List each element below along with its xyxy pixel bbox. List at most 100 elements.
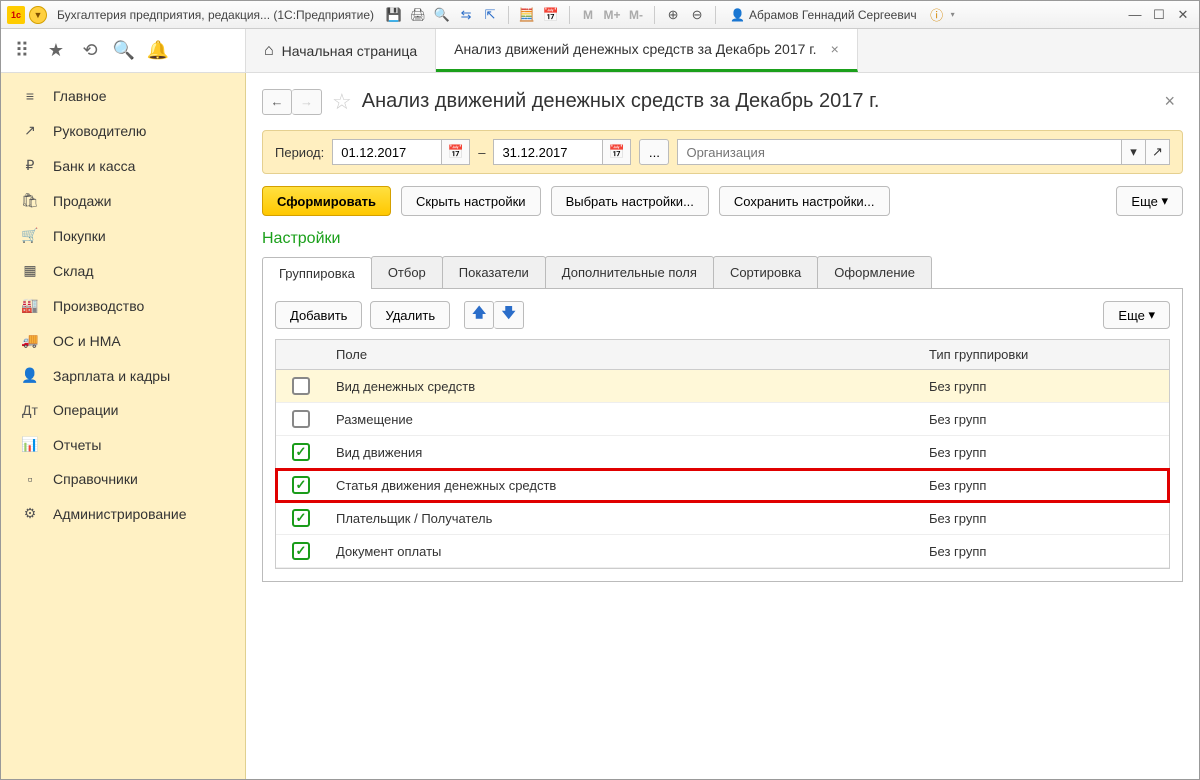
row-checkbox[interactable] bbox=[292, 476, 310, 494]
sidebar-item[interactable]: ⚙ Администрирование bbox=[1, 496, 245, 531]
preview-icon[interactable]: 🔍 bbox=[432, 5, 452, 25]
sidebar-item-icon: ⚙ bbox=[21, 505, 39, 522]
zoom-in-icon[interactable]: ⊕ bbox=[663, 5, 683, 25]
col-type-header[interactable]: Тип группировки bbox=[919, 340, 1169, 369]
app-menu-dropdown[interactable]: ▼ bbox=[29, 6, 47, 24]
settings-tab[interactable]: Отбор bbox=[371, 256, 443, 288]
history-icon[interactable]: ⟲ bbox=[79, 40, 101, 62]
apps-grid-icon[interactable]: ⠿ bbox=[11, 40, 33, 62]
calculator-icon[interactable]: 🧮 bbox=[517, 5, 537, 25]
period-from-input[interactable] bbox=[332, 139, 442, 165]
app-logo-icon: 1c bbox=[7, 6, 25, 24]
calendar-to-button[interactable]: 📅 bbox=[603, 139, 631, 165]
compare-icon[interactable]: ⇆ bbox=[456, 5, 476, 25]
row-field: Размещение bbox=[326, 405, 919, 434]
sidebar-item[interactable]: ↗Руководителю bbox=[1, 113, 245, 148]
sidebar-item-icon: 🛍 bbox=[21, 192, 39, 209]
hide-settings-button[interactable]: Скрыть настройки bbox=[401, 186, 541, 216]
grouping-toolbar: Добавить Удалить 🡅 🡇 Еще ▾ bbox=[275, 301, 1170, 329]
row-checkbox[interactable] bbox=[292, 443, 310, 461]
col-checkbox bbox=[276, 340, 326, 369]
sidebar-item[interactable]: ≡Главное bbox=[1, 79, 245, 113]
memory-mplus-icon[interactable]: M+ bbox=[602, 5, 622, 25]
period-to-input[interactable] bbox=[493, 139, 603, 165]
tab-close-icon[interactable]: × bbox=[831, 41, 839, 57]
delete-button[interactable]: Удалить bbox=[370, 301, 450, 329]
memory-mminus-icon[interactable]: M- bbox=[626, 5, 646, 25]
settings-tab[interactable]: Оформление bbox=[817, 256, 932, 288]
sidebar-item-icon: ▦ bbox=[21, 262, 39, 279]
org-dropdown-button[interactable]: ▾ bbox=[1122, 139, 1146, 165]
memory-m-icon[interactable]: M bbox=[578, 5, 598, 25]
sidebar-item[interactable]: ▫Справочники bbox=[1, 462, 245, 496]
table-row[interactable]: Вид денежных средств Без групп bbox=[276, 370, 1169, 403]
page-header: ← → ☆ Анализ движений денежных средств з… bbox=[262, 87, 1183, 116]
generate-button[interactable]: Сформировать bbox=[262, 186, 391, 216]
user-name: Абрамов Геннадий Сергеевич bbox=[749, 8, 917, 22]
sidebar-item-icon: Дт bbox=[21, 402, 39, 418]
sidebar-item[interactable]: ДтОперации bbox=[1, 393, 245, 427]
export-icon[interactable]: ⇱ bbox=[480, 5, 500, 25]
settings-tabs: ГруппировкаОтборПоказателиДополнительные… bbox=[262, 256, 1183, 289]
minimize-icon[interactable]: — bbox=[1125, 5, 1145, 25]
settings-tab[interactable]: Сортировка bbox=[713, 256, 818, 288]
table-row[interactable]: Размещение Без групп bbox=[276, 403, 1169, 436]
table-row[interactable]: Плательщик / Получатель Без групп bbox=[276, 502, 1169, 535]
save-icon[interactable]: 💾 bbox=[384, 5, 404, 25]
row-checkbox[interactable] bbox=[292, 377, 310, 395]
sidebar-item[interactable]: 🛍Продажи bbox=[1, 183, 245, 218]
settings-tab[interactable]: Группировка bbox=[262, 257, 372, 289]
calendar-from-button[interactable]: 📅 bbox=[442, 139, 470, 165]
more-grouping-button[interactable]: Еще ▾ bbox=[1103, 301, 1170, 329]
settings-tab[interactable]: Дополнительные поля bbox=[545, 256, 714, 288]
sidebar-item[interactable]: 👤Зарплата и кадры bbox=[1, 358, 245, 393]
org-open-button[interactable]: ↗ bbox=[1146, 139, 1170, 165]
favorites-star-icon[interactable]: ★ bbox=[45, 40, 67, 62]
calendar-icon[interactable]: 📅 bbox=[541, 5, 561, 25]
table-row[interactable]: Документ оплаты Без групп bbox=[276, 535, 1169, 568]
tab-home[interactable]: ⌂ Начальная страница bbox=[246, 29, 436, 72]
row-checkbox[interactable] bbox=[292, 410, 310, 428]
col-field-header[interactable]: Поле bbox=[326, 340, 919, 369]
search-icon[interactable]: 🔍 bbox=[113, 40, 135, 62]
table-row[interactable]: Статья движения денежных средств Без гру… bbox=[276, 469, 1169, 502]
period-select-button[interactable]: ... bbox=[639, 139, 669, 165]
print-icon[interactable]: 🖨 bbox=[408, 5, 428, 25]
choose-settings-button[interactable]: Выбрать настройки... bbox=[551, 186, 709, 216]
row-checkbox[interactable] bbox=[292, 542, 310, 560]
row-field: Документ оплаты bbox=[326, 537, 919, 566]
more-button[interactable]: Еще ▾ bbox=[1116, 186, 1183, 216]
move-down-button[interactable]: 🡇 bbox=[494, 301, 524, 329]
sidebar-item[interactable]: 🚚ОС и НМА bbox=[1, 323, 245, 358]
table-row[interactable]: Вид движения Без групп bbox=[276, 436, 1169, 469]
separator bbox=[569, 6, 570, 24]
info-icon[interactable]: ⓘ bbox=[927, 5, 947, 25]
sidebar-item-label: Администрирование bbox=[53, 506, 187, 522]
zoom-out-icon[interactable]: ⊖ bbox=[687, 5, 707, 25]
tab-report[interactable]: Анализ движений денежных средств за Дека… bbox=[436, 29, 858, 72]
sidebar-item[interactable]: ₽Банк и касса bbox=[1, 148, 245, 183]
nav-forward-button[interactable]: → bbox=[292, 89, 322, 115]
move-up-button[interactable]: 🡅 bbox=[464, 301, 494, 329]
row-checkbox[interactable] bbox=[292, 509, 310, 527]
tab-label: Начальная страница bbox=[282, 43, 417, 59]
row-type: Без групп bbox=[919, 504, 1169, 533]
page-close-icon[interactable]: × bbox=[1156, 87, 1183, 116]
sidebar-item[interactable]: 🏭Производство bbox=[1, 288, 245, 323]
save-settings-button[interactable]: Сохранить настройки... bbox=[719, 186, 890, 216]
sidebar-item-icon: 🏭 bbox=[21, 297, 39, 314]
close-window-icon[interactable]: ✕ bbox=[1173, 5, 1193, 25]
sidebar-item-icon: ▫ bbox=[21, 471, 39, 487]
action-bar: Сформировать Скрыть настройки Выбрать на… bbox=[262, 186, 1183, 216]
organization-input[interactable] bbox=[677, 139, 1122, 165]
notifications-bell-icon[interactable]: 🔔 bbox=[147, 40, 169, 62]
sidebar-item[interactable]: 📊Отчеты bbox=[1, 427, 245, 462]
settings-tab[interactable]: Показатели bbox=[442, 256, 546, 288]
sidebar-item[interactable]: ▦Склад bbox=[1, 253, 245, 288]
maximize-icon[interactable]: ☐ bbox=[1149, 5, 1169, 25]
sidebar-item[interactable]: 🛒Покупки bbox=[1, 218, 245, 253]
add-button[interactable]: Добавить bbox=[275, 301, 362, 329]
favorite-star-icon[interactable]: ☆ bbox=[332, 89, 352, 115]
current-user[interactable]: 👤 Абрамов Геннадий Сергеевич bbox=[730, 8, 917, 22]
nav-back-button[interactable]: ← bbox=[262, 89, 292, 115]
